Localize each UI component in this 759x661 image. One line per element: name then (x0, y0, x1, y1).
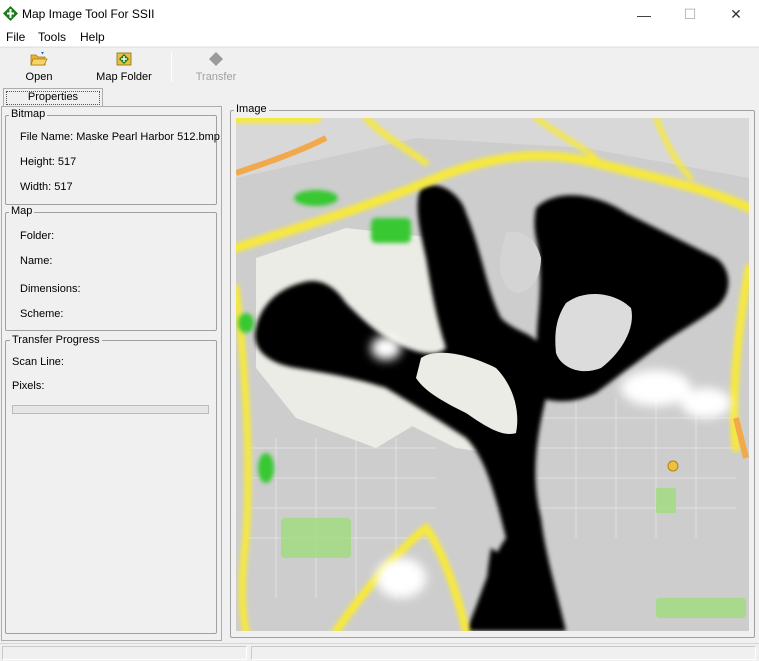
map-group-title: Map (9, 205, 35, 217)
transfer-progress-bar (12, 405, 209, 414)
close-icon: ✕ (730, 6, 742, 22)
map-folder-icon (116, 52, 132, 66)
folder-label: Folder: (20, 230, 55, 242)
minimize-icon: — (637, 6, 651, 23)
bitmap-group-title: Bitmap (9, 108, 48, 120)
map-folder-button[interactable]: Map Folder (92, 48, 156, 86)
menu-bar: File Tools Help (0, 29, 759, 46)
pixels-label: Pixels: (12, 380, 45, 392)
toolbar: Open Map Folder Transfer (0, 47, 759, 85)
location-marker-icon (667, 460, 679, 472)
scan-line-label: Scan Line: (12, 356, 64, 368)
maximize-button[interactable]: ☐ (667, 0, 713, 29)
transfer-button[interactable]: Transfer (190, 48, 242, 86)
transfer-label: Transfer (195, 71, 237, 83)
close-button[interactable]: ✕ (713, 0, 759, 29)
status-panel-left (2, 646, 247, 660)
map-folder-label: Map Folder (96, 71, 152, 83)
height-label: Height: 517 (20, 156, 77, 168)
tab-focus-rect (6, 91, 100, 105)
folder-open-icon (30, 52, 48, 66)
menu-file[interactable]: File (6, 30, 25, 44)
maximize-icon: ☐ (683, 6, 697, 22)
dimensions-label: Dimensions: (20, 283, 81, 295)
tab-properties[interactable]: Properties (3, 88, 103, 106)
menu-help[interactable]: Help (80, 30, 105, 44)
toolbar-separator (171, 52, 172, 82)
minimize-button[interactable]: — (621, 0, 667, 29)
scheme-label: Scheme: (20, 308, 64, 320)
width-label: Width: 517 (20, 181, 73, 193)
diamond-transfer-icon (209, 52, 223, 66)
name-label: Name: (20, 255, 53, 267)
menu-tools[interactable]: Tools (38, 30, 66, 44)
open-button[interactable]: Open (16, 48, 62, 86)
file-name-label: File Name: Maske Pearl Harbor 512.bmp (20, 131, 220, 143)
window-title: Map Image Tool For SSII (22, 7, 155, 21)
title-bar: Map Image Tool For SSII — ☐ ✕ (0, 0, 759, 29)
open-label: Open (25, 71, 53, 83)
diamond-app-icon (3, 6, 18, 21)
transfer-progress-title: Transfer Progress (10, 334, 102, 346)
map-image (236, 118, 749, 631)
status-panel-right (251, 646, 756, 660)
image-group-title: Image (234, 103, 269, 115)
status-bar (0, 643, 759, 661)
